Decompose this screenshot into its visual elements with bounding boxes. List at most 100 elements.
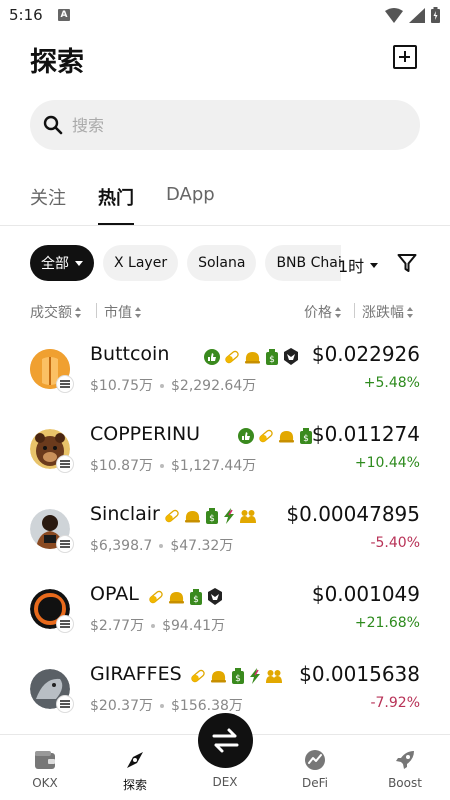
sort-change[interactable]: 涨跌幅 xyxy=(362,302,414,322)
token-tags: $ xyxy=(148,588,223,605)
token-change: +21.68% xyxy=(354,615,420,631)
svg-text:$: $ xyxy=(269,355,275,365)
cap-icon xyxy=(210,668,227,684)
pill-icon xyxy=(258,428,274,444)
token-change: +10.44% xyxy=(354,455,420,471)
token-change: -7.92% xyxy=(370,695,420,711)
tab-trending[interactable]: 热门 xyxy=(98,184,134,226)
sort-header: 成交额 市值 价格 涨跌幅 xyxy=(30,302,420,322)
solana-badge-icon xyxy=(56,695,74,713)
nav-boost[interactable]: Boost xyxy=(370,735,440,800)
raven-icon xyxy=(207,588,223,605)
token-row[interactable]: Sinclair $ $6,398.7 $47.32万 $0.00047895 -… xyxy=(30,500,420,564)
search-icon xyxy=(43,115,63,135)
token-volume: $10.87万 xyxy=(90,458,153,474)
notification-icon: A xyxy=(58,9,70,21)
battery-icon xyxy=(431,7,440,23)
token-change: +5.48% xyxy=(363,375,420,391)
nav-label: Boost xyxy=(388,776,422,790)
filter-icon[interactable] xyxy=(397,253,417,273)
nav-defi[interactable]: DeFi xyxy=(280,735,350,800)
token-price: $0.0015638 xyxy=(299,662,420,686)
pill-icon xyxy=(190,668,206,684)
chain-filter-chips: 全部 X Layer Solana BNB Chain xyxy=(30,245,342,281)
chevron-down-icon xyxy=(370,262,379,268)
chevron-down-icon xyxy=(75,260,83,266)
wallet-icon xyxy=(35,751,55,769)
token-price: $0.011274 xyxy=(311,422,420,446)
token-name: Sinclair xyxy=(90,503,160,525)
token-name: OPAL xyxy=(90,583,139,605)
moneybag-icon: $ xyxy=(205,508,219,524)
solana-badge-icon xyxy=(56,455,74,473)
search-input[interactable] xyxy=(72,112,392,138)
bolt-icon xyxy=(223,508,235,524)
sort-icon xyxy=(335,306,342,318)
token-market-cap: $47.32万 xyxy=(170,538,234,554)
dex-swap-button[interactable] xyxy=(198,713,253,768)
token-tags: $ xyxy=(238,428,313,444)
time-filter-dropdown[interactable]: 1时 xyxy=(338,253,379,277)
pill-icon xyxy=(148,589,164,605)
nav-explore[interactable]: 探索 xyxy=(100,735,170,800)
svg-text:$: $ xyxy=(193,595,199,605)
moneybag-icon: $ xyxy=(231,668,245,684)
nav-okx[interactable]: OKX xyxy=(10,735,80,800)
like-icon xyxy=(238,428,254,444)
token-market-cap: $156.38万 xyxy=(171,698,243,714)
solana-badge-icon xyxy=(56,615,74,633)
status-icons xyxy=(385,7,440,23)
nav-dex-label: DEX xyxy=(212,775,238,789)
svg-text:$: $ xyxy=(209,514,215,524)
status-time: 5:16 xyxy=(9,6,43,24)
solana-badge-icon xyxy=(56,375,74,393)
tab-following[interactable]: 关注 xyxy=(30,184,66,226)
chip-all[interactable]: 全部 xyxy=(30,245,94,281)
solana-badge-icon xyxy=(56,535,74,553)
token-row[interactable]: COPPERINU $ $10.87万 $1,127.44万 $0.011274 … xyxy=(30,420,420,484)
sort-change-label: 涨跌幅 xyxy=(362,305,404,321)
token-market-cap: $1,127.44万 xyxy=(171,458,257,474)
people-icon xyxy=(239,508,257,524)
sort-price-label: 价格 xyxy=(304,305,332,321)
moneybag-icon: $ xyxy=(265,348,279,365)
rocket-icon xyxy=(396,751,414,769)
chip-bnb-chain[interactable]: BNB Chain xyxy=(265,245,342,281)
token-meta: $6,398.7 $47.32万 xyxy=(90,535,233,555)
sort-divider xyxy=(96,303,97,318)
token-row[interactable]: Buttcoin $ $10.75万 $2,292.64万 $0.022926 +… xyxy=(30,340,420,404)
compass-icon xyxy=(127,752,143,768)
token-tags: $ xyxy=(190,668,283,684)
chart-icon xyxy=(305,750,325,770)
chip-x-layer[interactable]: X Layer xyxy=(103,245,179,281)
cap-icon xyxy=(184,508,201,524)
token-name: Buttcoin xyxy=(90,343,170,365)
sort-volume[interactable]: 成交额 xyxy=(30,302,82,322)
sort-divider xyxy=(354,303,355,318)
chip-solana[interactable]: Solana xyxy=(187,245,257,281)
sort-market-cap-label: 市值 xyxy=(104,305,132,321)
token-row[interactable]: OPAL $ $2.77万 $94.41万 $0.001049 +21.68% xyxy=(30,580,420,644)
bolt-icon xyxy=(249,668,261,684)
token-volume: $2.77万 xyxy=(90,618,145,634)
token-name: COPPERINU xyxy=(90,423,201,445)
nav-label: 探索 xyxy=(122,778,147,792)
nav-label: OKX xyxy=(32,776,58,790)
cap-icon xyxy=(168,589,185,605)
status-bar: 5:16 A xyxy=(0,0,450,32)
sort-market-cap[interactable]: 市值 xyxy=(104,302,142,322)
token-market-cap: $2,292.64万 xyxy=(171,378,257,394)
token-tags: $ xyxy=(164,508,257,524)
tab-dapp[interactable]: DApp xyxy=(166,184,215,226)
token-name: GIRAFFES xyxy=(90,663,182,685)
cap-icon xyxy=(278,428,295,444)
sort-icon xyxy=(75,306,82,318)
token-meta: $20.37万 $156.38万 xyxy=(90,695,243,715)
cap-icon xyxy=(244,349,261,365)
sort-price[interactable]: 价格 xyxy=(304,302,342,322)
add-button[interactable] xyxy=(393,45,417,69)
token-volume: $6,398.7 xyxy=(90,538,153,554)
moneybag-icon: $ xyxy=(189,588,203,605)
search-bar[interactable] xyxy=(30,100,420,150)
token-volume: $20.37万 xyxy=(90,698,153,714)
